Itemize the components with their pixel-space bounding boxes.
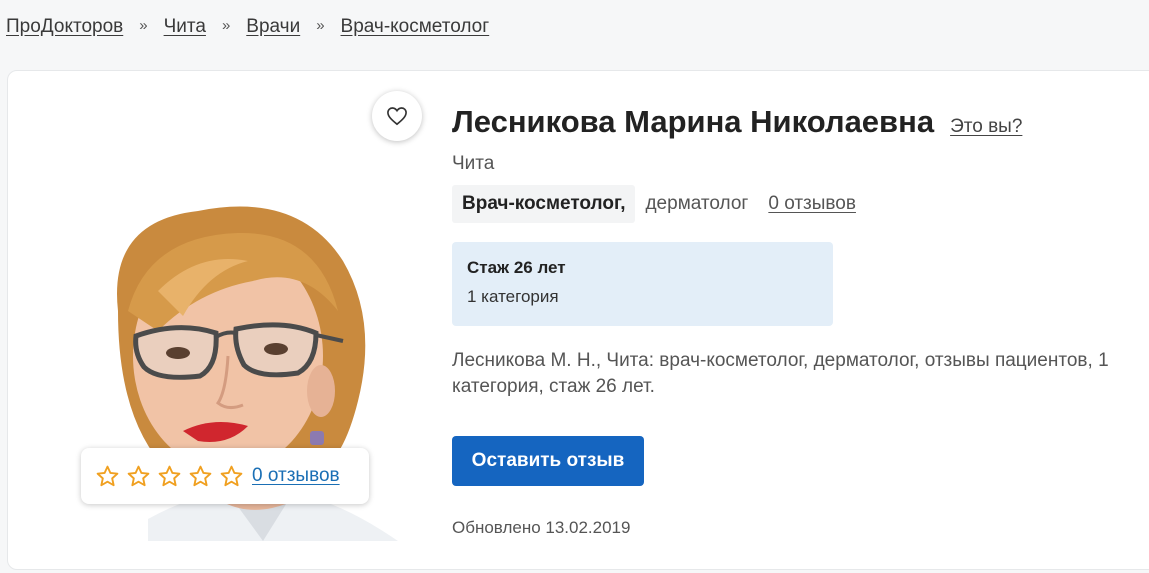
rating-widget: 0 отзывов bbox=[81, 448, 369, 504]
name-row: Лесникова Марина Николаевна Это вы? bbox=[452, 104, 1022, 140]
star-icon[interactable] bbox=[219, 464, 244, 489]
star-icon[interactable] bbox=[188, 464, 213, 489]
specialty-main: Врач-косметолог, bbox=[452, 185, 636, 223]
breadcrumb-separator: » bbox=[139, 16, 148, 34]
star-icon[interactable] bbox=[126, 464, 151, 489]
doctor-city: Чита bbox=[452, 153, 495, 174]
is-it-you-link[interactable]: Это вы? bbox=[950, 116, 1022, 138]
favorite-button[interactable] bbox=[372, 91, 422, 141]
doctor-description: Лесникова М. Н., Чита: врач-косметолог, … bbox=[452, 348, 1149, 400]
breadcrumb: ПроДокторов » Чита » Врачи » Врач-космет… bbox=[6, 16, 489, 38]
breadcrumb-item-doctors[interactable]: Врачи bbox=[246, 16, 300, 38]
updated-date: Обновлено 13.02.2019 bbox=[452, 518, 631, 537]
star-icon[interactable] bbox=[157, 464, 182, 489]
description-line-2: категория, стаж 26 лет. bbox=[452, 376, 655, 397]
breadcrumb-item-city[interactable]: Чита bbox=[164, 16, 206, 38]
experience-box: Стаж 26 лет 1 категория bbox=[452, 242, 833, 326]
reviews-link[interactable]: 0 отзывов bbox=[768, 193, 856, 215]
heart-icon bbox=[387, 107, 407, 126]
doctor-card: 0 отзывов Лесникова Марина Николаевна Эт… bbox=[7, 70, 1149, 570]
breadcrumb-item-specialty[interactable]: Врач-косметолог bbox=[341, 16, 490, 38]
leave-review-button[interactable]: Оставить отзыв bbox=[452, 436, 644, 486]
experience-text: Стаж 26 лет bbox=[467, 258, 566, 277]
breadcrumb-separator: » bbox=[316, 16, 325, 34]
specialty-secondary: дерматолог bbox=[645, 193, 749, 214]
description-line-1: Лесникова М. Н., Чита: врач-косметолог, … bbox=[452, 350, 1109, 371]
category-text: 1 категория bbox=[467, 287, 559, 306]
specialty-row: Врач-косметолог, дерматолог 0 отзывов bbox=[452, 185, 856, 223]
star-icon[interactable] bbox=[95, 464, 120, 489]
breadcrumb-item-prodoctorov[interactable]: ПроДокторов bbox=[6, 16, 123, 38]
breadcrumb-separator: » bbox=[221, 16, 231, 34]
doctor-name: Лесникова Марина Николаевна bbox=[452, 104, 935, 139]
rating-reviews-link[interactable]: 0 отзывов bbox=[252, 465, 340, 487]
